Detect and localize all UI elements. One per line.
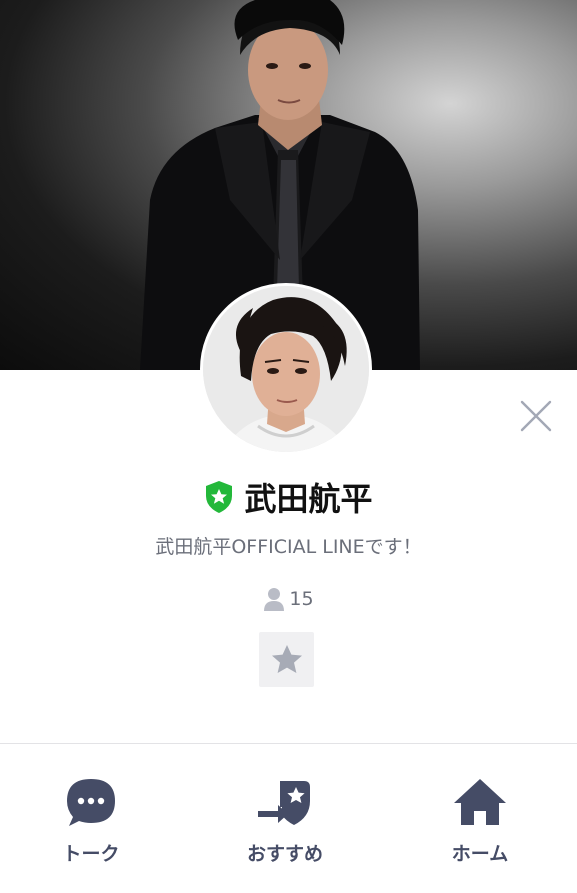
nav-talk[interactable]: トーク <box>21 774 161 874</box>
profile-name: 武田航平 <box>244 480 373 518</box>
profile-avatar[interactable] <box>200 283 372 455</box>
recommend-shield-icon <box>258 781 310 825</box>
nav-recommend[interactable]: おすすめ <box>215 774 355 874</box>
nav-recommend-label: おすすめ <box>246 843 323 865</box>
shield-star-icon <box>206 481 233 513</box>
home-icon <box>454 779 506 825</box>
chat-bubble-icon <box>67 779 115 826</box>
status-message: 武田航平OFFICIAL LINEです！ <box>155 536 422 558</box>
close-icon <box>520 400 552 432</box>
friend-count-value: 15 <box>289 588 314 610</box>
bottom-nav: トーク おすすめ ホーム <box>0 744 577 893</box>
profile-name-row: 武田航平 <box>0 474 577 520</box>
friend-count: 15 <box>0 585 577 613</box>
close-button[interactable] <box>516 396 556 436</box>
nav-talk-label: トーク <box>62 843 120 865</box>
nav-home-label: ホーム <box>451 843 509 865</box>
nav-home[interactable]: ホーム <box>410 774 550 874</box>
person-icon <box>264 588 285 611</box>
favorite-button[interactable] <box>259 632 314 687</box>
star-icon <box>271 645 302 673</box>
